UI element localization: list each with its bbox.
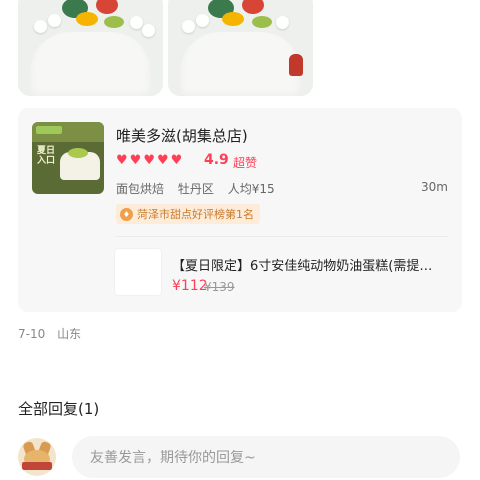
rating-hearts: ♥ ♥ ♥ ♥ ♥ xyxy=(116,153,182,169)
shop-card[interactable]: 夏日入口 唯美多滋(胡集总店) ♥ ♥ ♥ ♥ ♥ 4.9 超赞 面包烘焙 牡丹… xyxy=(18,108,462,312)
shop-category: 面包烘焙 xyxy=(116,182,165,196)
post-date-location: 7-10 山东 xyxy=(18,325,89,342)
shop-meta: 面包烘焙 牡丹区 人均¥15 xyxy=(116,180,285,197)
shop-thumbnail: 夏日入口 xyxy=(32,122,104,194)
heart-icon: ♥ xyxy=(170,153,183,168)
replies-title: 全部回复(1) xyxy=(18,400,100,418)
post-photos xyxy=(0,0,480,96)
shop-avg-price: 人均¥15 xyxy=(227,182,275,196)
post-location: 山东 xyxy=(57,327,82,341)
reply-input[interactable]: 友善发言，期待你的回复~ xyxy=(72,436,460,478)
shop-distance: 30m xyxy=(421,180,448,194)
product-price: ¥112 xyxy=(172,278,208,294)
shop-name: 唯美多滋(胡集总店) xyxy=(116,127,248,145)
product-name[interactable]: 【夏日限定】6寸安佳纯动物奶油蛋糕(需提… xyxy=(172,255,440,274)
post-photo-2[interactable] xyxy=(168,0,313,96)
avatar[interactable] xyxy=(18,438,56,476)
post-date: 7-10 xyxy=(18,327,46,341)
rank-badge[interactable]: ♦ 菏泽市甜点好评榜第1名 xyxy=(116,204,260,224)
product-original-price: ¥139 xyxy=(204,280,235,294)
product-image[interactable] xyxy=(114,248,162,296)
card-divider xyxy=(116,236,448,237)
shop-district: 牡丹区 xyxy=(177,182,214,196)
shop-thumbnail-text: 夏日入口 xyxy=(37,146,56,166)
post-photo-1[interactable] xyxy=(18,0,163,96)
heart-icon: ♥ xyxy=(143,153,155,168)
rating-score: 4.9 xyxy=(204,152,229,168)
rank-badge-text: 菏泽市甜点好评榜第1名 xyxy=(137,208,254,221)
rating-tag: 超赞 xyxy=(233,156,258,170)
heart-icon: ♥ xyxy=(129,153,142,168)
heart-icon: ♥ xyxy=(116,153,128,168)
heart-icon: ♥ xyxy=(156,153,169,168)
rank-icon: ♦ xyxy=(120,207,133,221)
